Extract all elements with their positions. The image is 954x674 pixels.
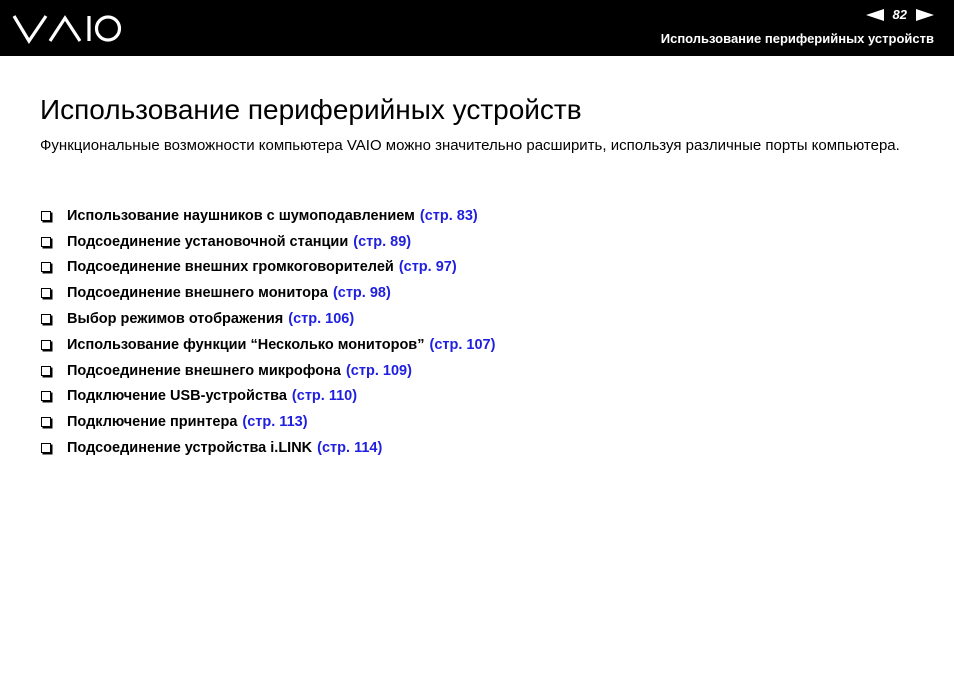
page-link[interactable]: (стр. 106) — [288, 311, 354, 327]
bullet-checkbox-icon — [41, 236, 51, 247]
list-item: Подсоединение установочной станции (стр.… — [40, 229, 495, 255]
page-link[interactable]: (стр. 114) — [317, 440, 382, 456]
header-section-title: Использование периферийных устройств — [660, 31, 934, 46]
page-title: Использование периферийных устройств — [40, 94, 582, 125]
bullet-checkbox-icon — [41, 339, 51, 350]
topic-label: Подсоединение устройства i.LINK — [67, 440, 313, 457]
page-header: 82 Использование периферийных устройств — [0, 0, 954, 56]
list-item: Выбор режимов отображения (стр. 106) — [40, 306, 495, 332]
bullet-checkbox-icon — [41, 365, 51, 376]
topic-label: Подсоединение внешнего монитора — [67, 285, 328, 302]
previous-page-arrow-icon[interactable] — [865, 9, 884, 21]
page-link[interactable]: (стр. 89) — [353, 234, 411, 250]
bullet-checkbox-icon — [41, 210, 51, 221]
page-link[interactable]: (стр. 98) — [333, 285, 391, 301]
next-page-arrow-icon[interactable] — [916, 9, 934, 21]
page-link[interactable]: (стр. 97) — [399, 259, 457, 275]
page-link[interactable]: (стр. 110) — [292, 388, 357, 404]
list-item: Подсоединение внешнего микрофона (стр. 1… — [40, 358, 495, 384]
list-item: Подсоединение внешних громкоговорителей … — [40, 255, 495, 281]
list-item: Подключение USB-устройства (стр. 110) — [40, 384, 495, 410]
list-item: Использование наушников с шумоподавление… — [40, 203, 495, 229]
bullet-checkbox-icon — [41, 417, 51, 428]
topics-list: Использование наушников с шумоподавление… — [40, 203, 495, 461]
bullet-checkbox-icon — [41, 314, 51, 325]
topic-label: Подключение принтера — [67, 414, 238, 431]
list-item: Подсоединение внешнего монитора (стр. 98… — [40, 280, 495, 306]
bullet-checkbox-icon — [41, 262, 51, 273]
page-number: 82 — [892, 7, 907, 22]
topic-label: Подсоединение внешнего микрофона — [67, 362, 341, 379]
page-link[interactable]: (стр. 107) — [429, 337, 495, 353]
bullet-checkbox-icon — [41, 391, 51, 402]
page-link[interactable]: (стр. 113) — [242, 414, 307, 430]
topic-label: Использование наушников с шумоподавление… — [67, 207, 415, 224]
bullet-checkbox-icon — [41, 443, 51, 454]
topic-label: Подключение USB-устройства — [67, 388, 287, 405]
topic-label: Выбор режимов отображения — [67, 311, 284, 328]
vaio-logo — [12, 15, 122, 44]
bullet-checkbox-icon — [41, 288, 51, 299]
page-link[interactable]: (стр. 109) — [346, 363, 412, 379]
page-link[interactable]: (стр. 83) — [420, 208, 478, 224]
list-item: Использование функции “Несколько монитор… — [40, 332, 495, 358]
topic-label: Подсоединение внешних громкоговорителей — [67, 259, 394, 276]
topic-label: Использование функции “Несколько монитор… — [67, 336, 425, 353]
topic-label: Подсоединение установочной станции — [67, 233, 349, 250]
list-item: Подключение принтера (стр. 113) — [40, 409, 495, 435]
page-navigation: 82 — [865, 6, 934, 24]
intro-paragraph: Функциональные возможности компьютера VA… — [40, 137, 900, 154]
list-item: Подсоединение устройства i.LINK (стр. 11… — [40, 435, 495, 461]
